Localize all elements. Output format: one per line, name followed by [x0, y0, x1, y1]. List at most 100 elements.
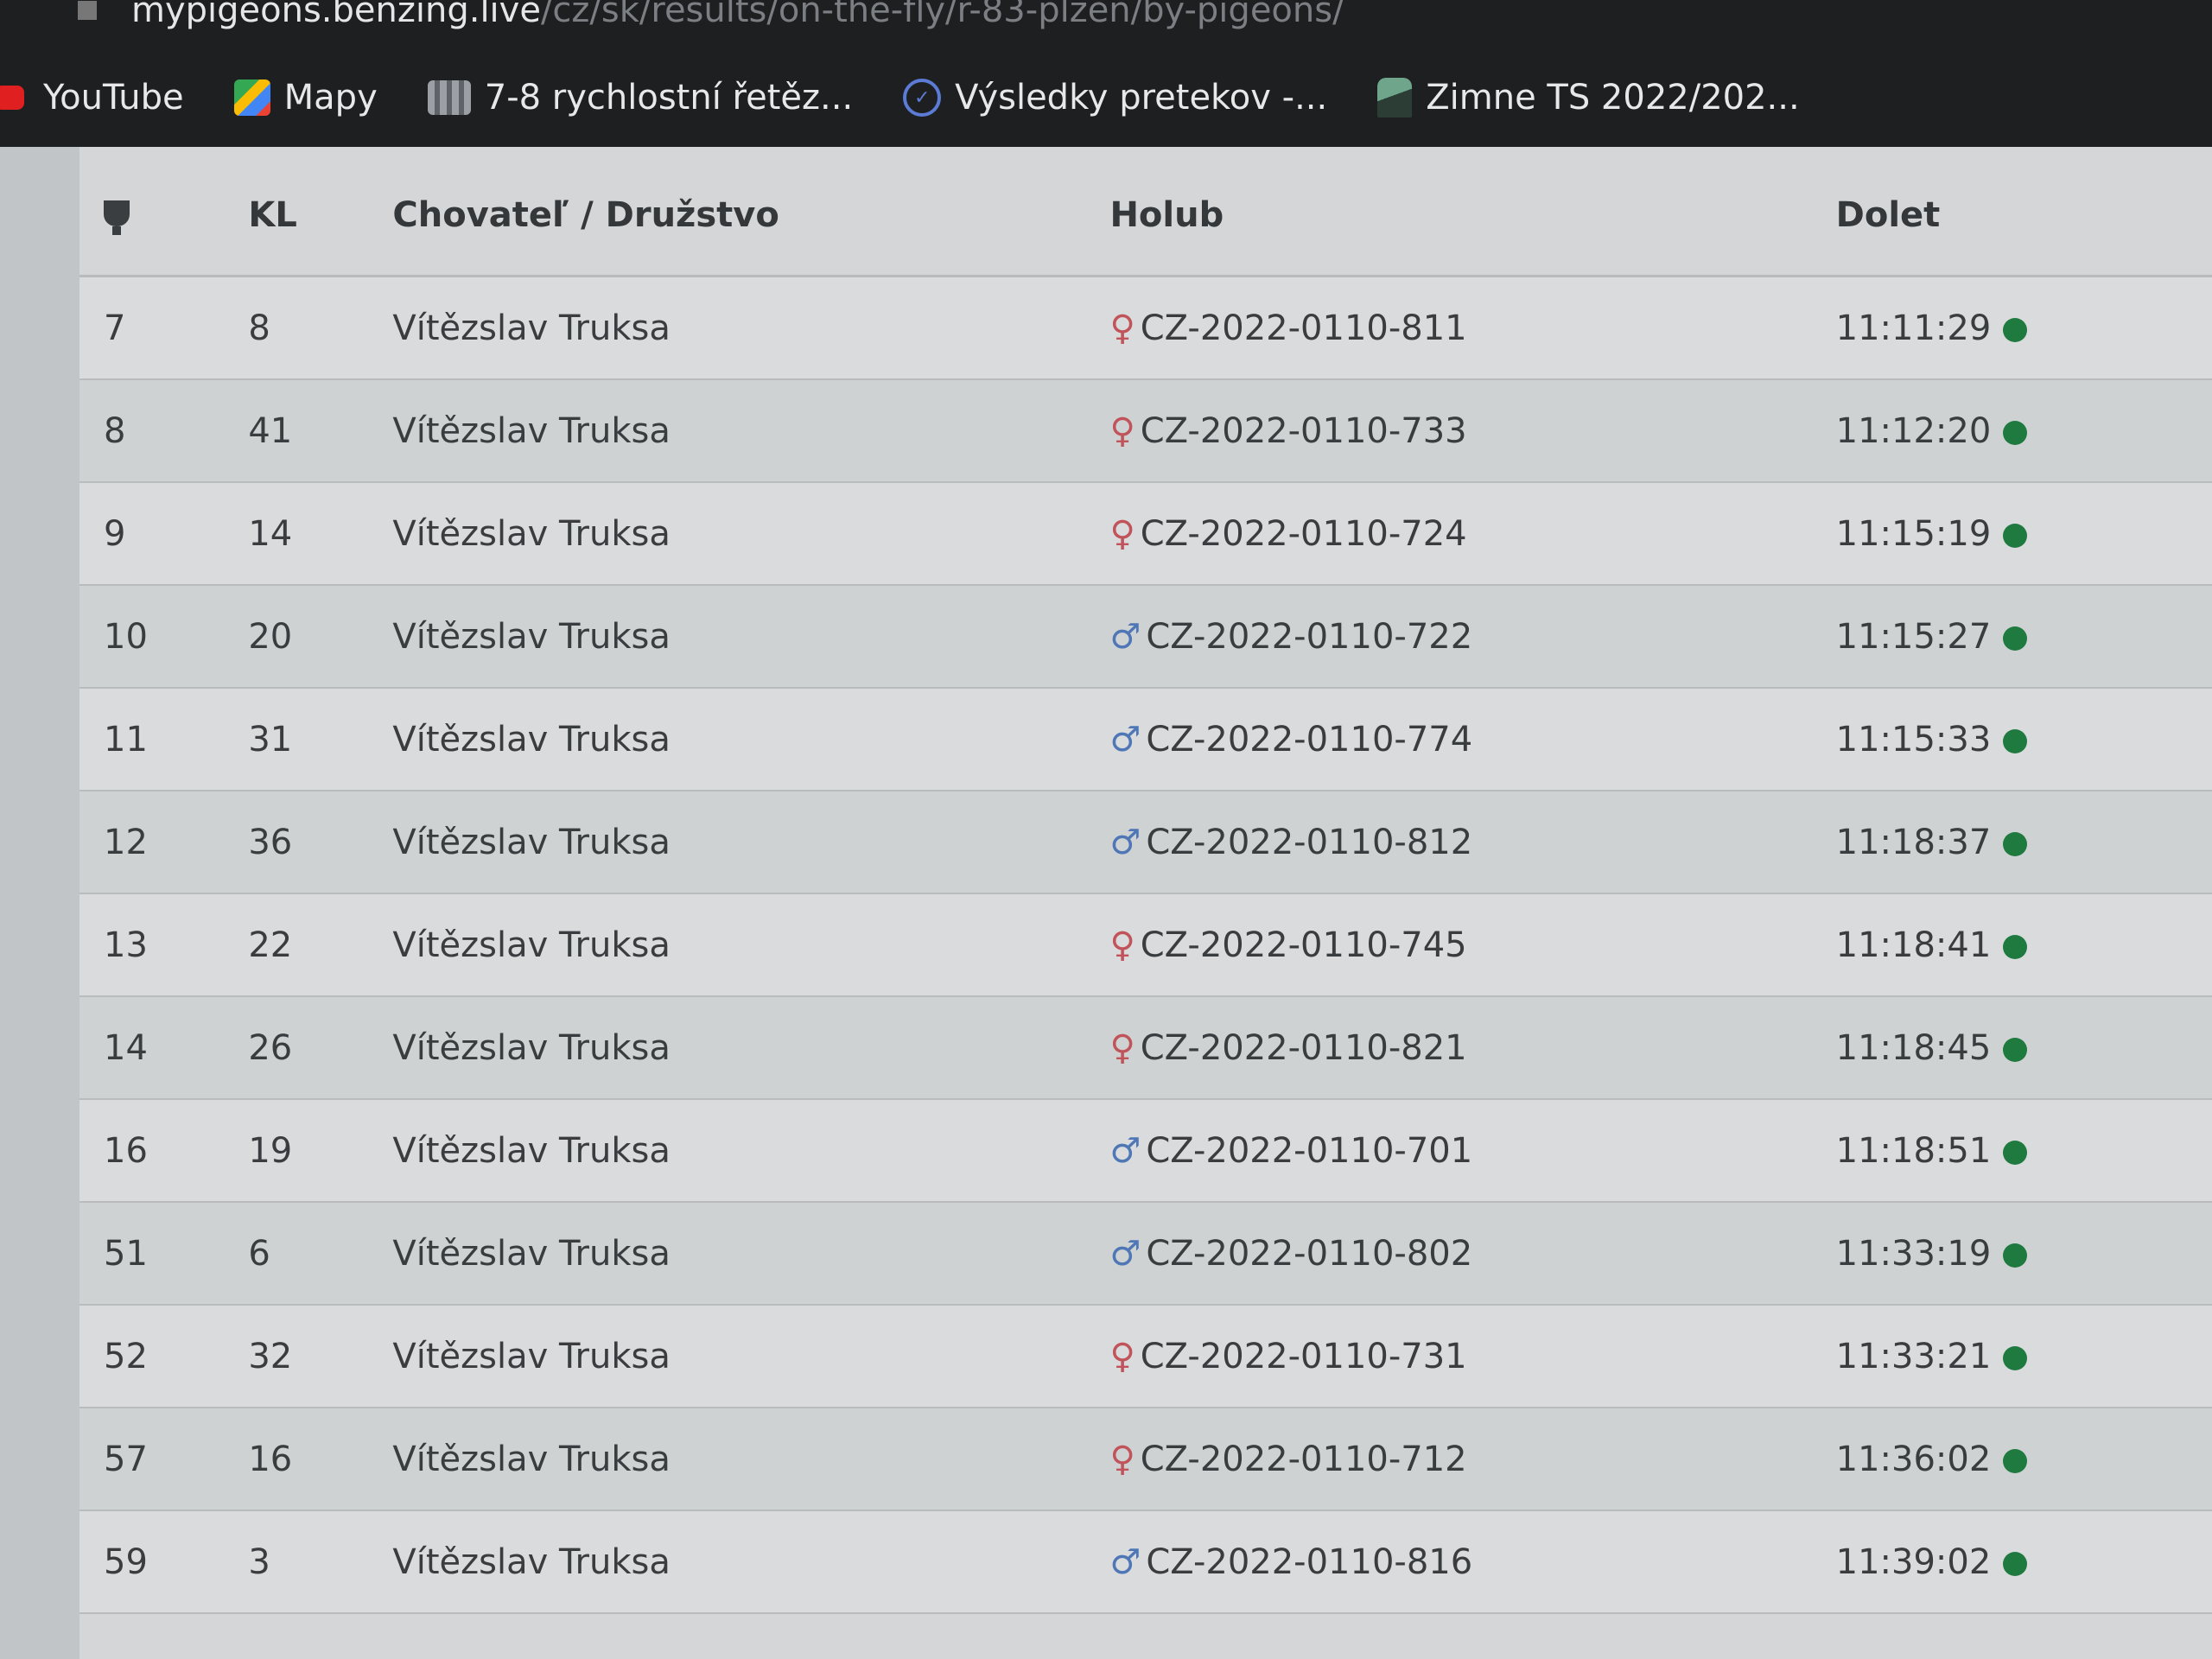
pigeon-cell[interactable]: ♀ CZ-2022-0110-811: [1109, 276, 1836, 380]
bookmark-label: 7-8 rychlostní řetěz...: [484, 78, 854, 118]
pigeon-ring-number: CZ-2022-0110-724: [1140, 513, 1467, 554]
kl-cell: 14: [248, 482, 393, 586]
male-icon: ♂: [1109, 616, 1141, 657]
bookmark-youtube[interactable]: YouTube: [0, 78, 184, 118]
breeder-cell[interactable]: Vítězslav Truksa: [392, 1408, 1110, 1511]
bookmark-zimne[interactable]: Zimne TS 2022/202...: [1377, 78, 1800, 118]
female-icon: ♀: [1109, 513, 1135, 554]
table-row[interactable]: 8 41 Vítězslav Truksa ♀ CZ-2022-0110-733 11:1…: [79, 379, 2212, 483]
table-row[interactable]: 13 22 Vítězslav Truksa ♀ CZ-2022-0110-745 11:…: [79, 893, 2212, 997]
url-path: /cz/sk/results/on-the-fly/r-83-plzen/by-…: [540, 0, 1344, 30]
pigeon-cell[interactable]: ♀ CZ-2022-0110-733: [1109, 379, 1836, 483]
female-icon: ♀: [1109, 410, 1135, 451]
arrival-time: 11:39:02: [1835, 1541, 1992, 1582]
pigeon-ring-number: CZ-2022-0110-774: [1146, 719, 1473, 760]
table-row[interactable]: 7 8 Vítězslav Truksa ♀ CZ-2022-0110-811 11:11…: [79, 276, 2212, 380]
table-row[interactable]: 10 20 Vítězslav Truksa ♂ CZ-2022-0110-722 11:…: [79, 585, 2212, 689]
arrival-time: 11:18:45: [1835, 1027, 1992, 1068]
kl-cell: 31: [248, 688, 393, 791]
status-dot-icon: [2003, 317, 2028, 342]
table-row[interactable]: 52 32 Vítězslav Truksa ♀ CZ-2022-0110-731 11:…: [79, 1305, 2212, 1408]
results-table: KL Chovateľ / Družstvo Holub Dolet 7 8 Vít…: [79, 156, 2212, 1614]
breeder-cell[interactable]: Vítězslav Truksa: [392, 1510, 1110, 1614]
results-icon: ✓: [903, 79, 942, 117]
bookmark-results[interactable]: ✓ Výsledky pretekov -...: [903, 78, 1327, 118]
breeder-cell[interactable]: Vítězslav Truksa: [392, 688, 1110, 791]
pigeon-ring-number: CZ-2022-0110-816: [1146, 1541, 1473, 1582]
female-icon: ♀: [1109, 1336, 1135, 1376]
female-icon: ♀: [1109, 1027, 1135, 1068]
breeder-cell[interactable]: Vítězslav Truksa: [392, 276, 1110, 380]
arrival-time: 11:11:29: [1835, 308, 1992, 348]
status-dot-icon: [2003, 1243, 2028, 1268]
address-bar[interactable]: mypigeons.benzing.live/cz/sk/results/on-…: [78, 0, 1344, 36]
pigeon-cell[interactable]: ♂ CZ-2022-0110-812: [1109, 791, 1836, 894]
status-dot-icon: [2003, 934, 2028, 959]
arrival-time: 11:15:27: [1835, 616, 1992, 657]
breeder-cell[interactable]: Vítězslav Truksa: [392, 379, 1110, 483]
bookmark-chain[interactable]: 7-8 rychlostní řetěz...: [427, 78, 854, 118]
kl-cell: 36: [248, 791, 393, 894]
breeder-header[interactable]: Chovateľ / Družstvo: [392, 156, 1110, 277]
rank-cell: 12: [79, 791, 249, 894]
bookmark-mapy[interactable]: Mapy: [233, 78, 378, 118]
arrival-cell: 11:33:19: [1835, 1202, 2212, 1306]
rank-cell: 57: [79, 1408, 249, 1511]
rank-header[interactable]: [79, 156, 249, 277]
table-row[interactable]: 57 16 Vítězslav Truksa ♀ CZ-2022-0110-712 11:…: [79, 1408, 2212, 1511]
breeder-cell[interactable]: Vítězslav Truksa: [392, 1202, 1110, 1306]
site-info-icon[interactable]: [78, 1, 97, 20]
status-dot-icon: [2003, 523, 2028, 548]
pigeon-header[interactable]: Holub: [1109, 156, 1836, 277]
breeder-cell[interactable]: Vítězslav Truksa: [392, 893, 1110, 997]
kl-cell: 22: [248, 893, 393, 997]
table-row[interactable]: 9 14 Vítězslav Truksa ♀ CZ-2022-0110-724 11:1…: [79, 482, 2212, 586]
pigeon-ring-number: CZ-2022-0110-812: [1146, 822, 1473, 862]
pigeon-cell[interactable]: ♀ CZ-2022-0110-712: [1109, 1408, 1836, 1511]
pigeon-cell[interactable]: ♂ CZ-2022-0110-802: [1109, 1202, 1836, 1306]
arrival-cell: 11:15:27: [1835, 585, 2212, 689]
breeder-cell[interactable]: Vítězslav Truksa: [392, 791, 1110, 894]
pigeon-ring-number: CZ-2022-0110-821: [1140, 1027, 1467, 1068]
kl-header[interactable]: KL: [248, 156, 393, 277]
rank-cell: 52: [79, 1305, 249, 1408]
kl-cell: 8: [248, 276, 393, 380]
rank-cell: 9: [79, 482, 249, 586]
breeder-cell[interactable]: Vítězslav Truksa: [392, 1099, 1110, 1203]
rank-cell: 8: [79, 379, 249, 483]
table-row[interactable]: 14 26 Vítězslav Truksa ♀ CZ-2022-0110-821 11:…: [79, 996, 2212, 1100]
table-row[interactable]: 12 36 Vítězslav Truksa ♂ CZ-2022-0110-812 11:…: [79, 791, 2212, 894]
pigeon-cell[interactable]: ♀ CZ-2022-0110-821: [1109, 996, 1836, 1100]
table-row[interactable]: 59 3 Vítězslav Truksa ♂ CZ-2022-0110-816 11:3…: [79, 1510, 2212, 1614]
arrival-time: 11:36:02: [1835, 1439, 1992, 1479]
breeder-cell[interactable]: Vítězslav Truksa: [392, 996, 1110, 1100]
breeder-cell[interactable]: Vítězslav Truksa: [392, 1305, 1110, 1408]
rank-cell: 51: [79, 1202, 249, 1306]
pigeon-cell[interactable]: ♂ CZ-2022-0110-701: [1109, 1099, 1836, 1203]
pigeon-ring-number: CZ-2022-0110-745: [1140, 925, 1467, 965]
pigeon-cell[interactable]: ♂ CZ-2022-0110-774: [1109, 688, 1836, 791]
arrival-header[interactable]: Dolet: [1835, 156, 2212, 277]
status-dot-icon: [2003, 728, 2028, 753]
pigeon-cell[interactable]: ♀ CZ-2022-0110-731: [1109, 1305, 1836, 1408]
pigeon-cell[interactable]: ♂ CZ-2022-0110-722: [1109, 585, 1836, 689]
table-row[interactable]: 16 19 Vítězslav Truksa ♂ CZ-2022-0110-701 11:…: [79, 1099, 2212, 1203]
pigeon-cell[interactable]: ♀ CZ-2022-0110-745: [1109, 893, 1836, 997]
status-dot-icon: [2003, 1345, 2028, 1370]
maps-icon: [233, 79, 270, 116]
table-row[interactable]: 51 6 Vítězslav Truksa ♂ CZ-2022-0110-802 11:3…: [79, 1202, 2212, 1306]
status-dot-icon: [2003, 626, 2028, 651]
browser-chrome: mypigeons.benzing.live/cz/sk/results/on-…: [0, 0, 2212, 147]
page-margin: [0, 147, 79, 1659]
pigeon-cell[interactable]: ♂ CZ-2022-0110-816: [1109, 1510, 1836, 1614]
pigeon-ring-number: CZ-2022-0110-731: [1140, 1336, 1467, 1376]
table-row[interactable]: 11 31 Vítězslav Truksa ♂ CZ-2022-0110-774 11:…: [79, 688, 2212, 791]
pigeon-cell[interactable]: ♀ CZ-2022-0110-724: [1109, 482, 1836, 586]
male-icon: ♂: [1109, 822, 1141, 862]
pigeon-ring-number: CZ-2022-0110-811: [1140, 308, 1467, 348]
arrival-cell: 11:36:02: [1835, 1408, 2212, 1511]
breeder-cell[interactable]: Vítězslav Truksa: [392, 482, 1110, 586]
status-dot-icon: [2003, 831, 2028, 856]
breeder-cell[interactable]: Vítězslav Truksa: [392, 585, 1110, 689]
youtube-icon: [0, 86, 24, 110]
